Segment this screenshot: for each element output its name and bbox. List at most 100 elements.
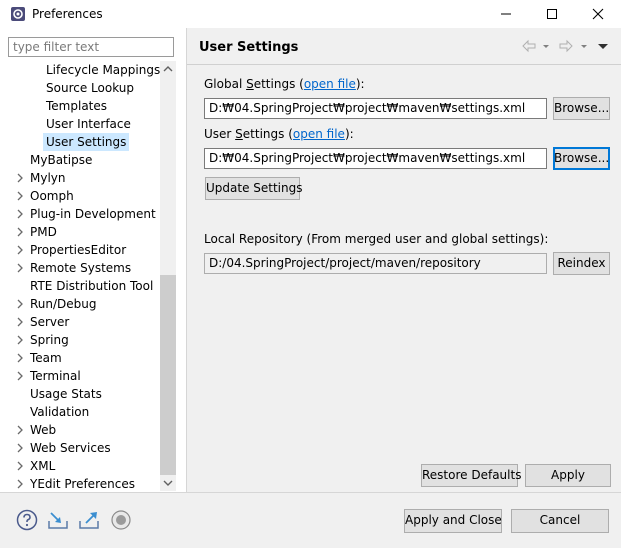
- tree-item[interactable]: Lifecycle Mappings: [0, 61, 160, 79]
- user-settings-field[interactable]: D:₩04.SpringProject₩project₩maven₩settin…: [204, 148, 547, 169]
- app-icon: [11, 7, 25, 21]
- tree-item[interactable]: User Settings: [0, 133, 160, 151]
- tree-item-label: Validation: [30, 405, 90, 419]
- chevron-right-icon[interactable]: [14, 421, 26, 439]
- forward-icon[interactable]: [558, 38, 574, 54]
- user-open-file-link[interactable]: open file: [293, 127, 345, 141]
- global-open-file-link[interactable]: open file: [304, 77, 356, 91]
- apply-button[interactable]: Apply: [525, 464, 611, 487]
- reindex-button[interactable]: Reindex: [553, 252, 610, 275]
- tree-item-label: Spring: [30, 333, 69, 347]
- help-icon[interactable]: [16, 509, 38, 531]
- tree-item-label: YEdit Preferences: [30, 477, 135, 491]
- tree-item-label: Lifecycle Mappings: [46, 63, 160, 77]
- chevron-right-icon[interactable]: [14, 223, 26, 241]
- tree-item[interactable]: Run/Debug: [0, 295, 160, 313]
- tree-item-label: User Settings: [43, 133, 130, 151]
- tree-item[interactable]: Templates: [0, 97, 160, 115]
- user-settings-label: User Settings (open file):: [204, 127, 354, 141]
- tree-item[interactable]: Web: [0, 421, 160, 439]
- user-settings-label-suffix: ):: [344, 127, 354, 141]
- back-icon[interactable]: [521, 38, 537, 54]
- global-settings-label-prefix: Global: [204, 77, 247, 91]
- scrollbar-thumb[interactable]: [160, 275, 176, 475]
- tree-item-label: Mylyn: [30, 171, 66, 185]
- user-settings-label-prefix: User: [204, 127, 236, 141]
- tree-item[interactable]: Validation: [0, 403, 160, 421]
- tree-item[interactable]: YEdit Preferences: [0, 475, 160, 491]
- close-icon: [592, 8, 604, 20]
- forward-menu-chevron-icon[interactable]: [579, 38, 589, 54]
- restore-defaults-button[interactable]: Restore Defaults: [421, 464, 521, 487]
- minimize-button[interactable]: [483, 0, 529, 28]
- global-settings-label-suffix: ):: [355, 77, 365, 91]
- tree-item[interactable]: PMD: [0, 223, 160, 241]
- back-menu-chevron-icon[interactable]: [541, 38, 551, 54]
- global-browse-button[interactable]: Browse...: [553, 97, 610, 120]
- tree-item[interactable]: XML: [0, 457, 160, 475]
- chevron-right-icon[interactable]: [14, 475, 26, 491]
- tree-item[interactable]: RTE Distribution Tool: [0, 277, 160, 295]
- chevron-right-icon[interactable]: [14, 169, 26, 187]
- tree-item[interactable]: MyBatipse: [0, 151, 160, 169]
- global-settings-accelerator: S: [246, 77, 254, 91]
- local-repository-label: Local Repository (From merged user and g…: [204, 232, 549, 246]
- tree-item-label: Terminal: [30, 369, 81, 383]
- tree-item-label: Run/Debug: [30, 297, 97, 311]
- chevron-right-icon[interactable]: [14, 331, 26, 349]
- scroll-down-icon[interactable]: [160, 475, 176, 491]
- tree-item[interactable]: Oomph: [0, 187, 160, 205]
- close-button[interactable]: [575, 0, 621, 28]
- tree-item[interactable]: Spring: [0, 331, 160, 349]
- chevron-right-icon[interactable]: [14, 259, 26, 277]
- chevron-right-icon[interactable]: [14, 457, 26, 475]
- tree-item[interactable]: Plug-in Development: [0, 205, 160, 223]
- chevron-right-icon[interactable]: [14, 205, 26, 223]
- export-icon[interactable]: [78, 509, 100, 531]
- global-settings-label-rest: ettings (: [253, 77, 304, 91]
- tree-item-label: XML: [30, 459, 56, 473]
- chevron-right-icon[interactable]: [14, 295, 26, 313]
- tree-item[interactable]: Mylyn: [0, 169, 160, 187]
- tree-item-label: RTE Distribution Tool: [30, 279, 154, 293]
- apply-and-close-button[interactable]: Apply and Close: [404, 509, 502, 533]
- update-settings-button[interactable]: Update Settings: [205, 177, 303, 200]
- global-settings-field[interactable]: D:₩04.SpringProject₩project₩maven₩settin…: [204, 98, 547, 119]
- tree-item[interactable]: Source Lookup: [0, 79, 160, 97]
- tree-item-label: Oomph: [30, 189, 74, 203]
- tree-item[interactable]: Remote Systems: [0, 259, 160, 277]
- chevron-right-icon[interactable]: [14, 367, 26, 385]
- chevron-right-icon[interactable]: [14, 241, 26, 259]
- filter-input[interactable]: [8, 37, 174, 57]
- tree-item[interactable]: PropertiesEditor: [0, 241, 160, 259]
- user-settings-accelerator: S: [235, 127, 243, 141]
- tree-item[interactable]: Terminal: [0, 367, 160, 385]
- tree-item[interactable]: Team: [0, 349, 160, 367]
- tree-item-label: Source Lookup: [46, 81, 134, 95]
- minimize-icon: [501, 13, 511, 15]
- user-browse-button[interactable]: Browse...: [553, 147, 610, 170]
- view-menu-icon[interactable]: [597, 38, 609, 54]
- import-icon[interactable]: [47, 509, 69, 531]
- preferences-window: Preferences Lifecycle Mappings Source Loo…: [0, 0, 621, 548]
- chevron-right-icon[interactable]: [14, 349, 26, 367]
- chevron-right-icon[interactable]: [14, 313, 26, 331]
- scroll-up-icon[interactable]: [160, 61, 176, 77]
- chevron-right-icon[interactable]: [14, 439, 26, 457]
- tree-item-label: Web Services: [30, 441, 111, 455]
- tree-item[interactable]: Web Services: [0, 439, 160, 457]
- preferences-nav-pane: Lifecycle Mappings Source Lookup Templates…: [0, 28, 186, 492]
- tree-item[interactable]: User Interface: [0, 115, 160, 133]
- tree-scrollbar[interactable]: [160, 61, 176, 491]
- chevron-right-icon[interactable]: [14, 187, 26, 205]
- settings-page: User Settings Global Settings (open file…: [187, 28, 621, 492]
- maximize-button[interactable]: [529, 0, 575, 28]
- cancel-button[interactable]: Cancel: [511, 509, 609, 533]
- user-settings-label-rest: ettings (: [242, 127, 293, 141]
- tree-item-label: MyBatipse: [30, 153, 93, 167]
- record-icon[interactable]: [110, 509, 132, 531]
- tree-item[interactable]: Usage Stats: [0, 385, 160, 403]
- tree-item[interactable]: Server: [0, 313, 160, 331]
- tree-item-label: User Interface: [46, 117, 131, 131]
- tree-item-label: Team: [30, 351, 62, 365]
